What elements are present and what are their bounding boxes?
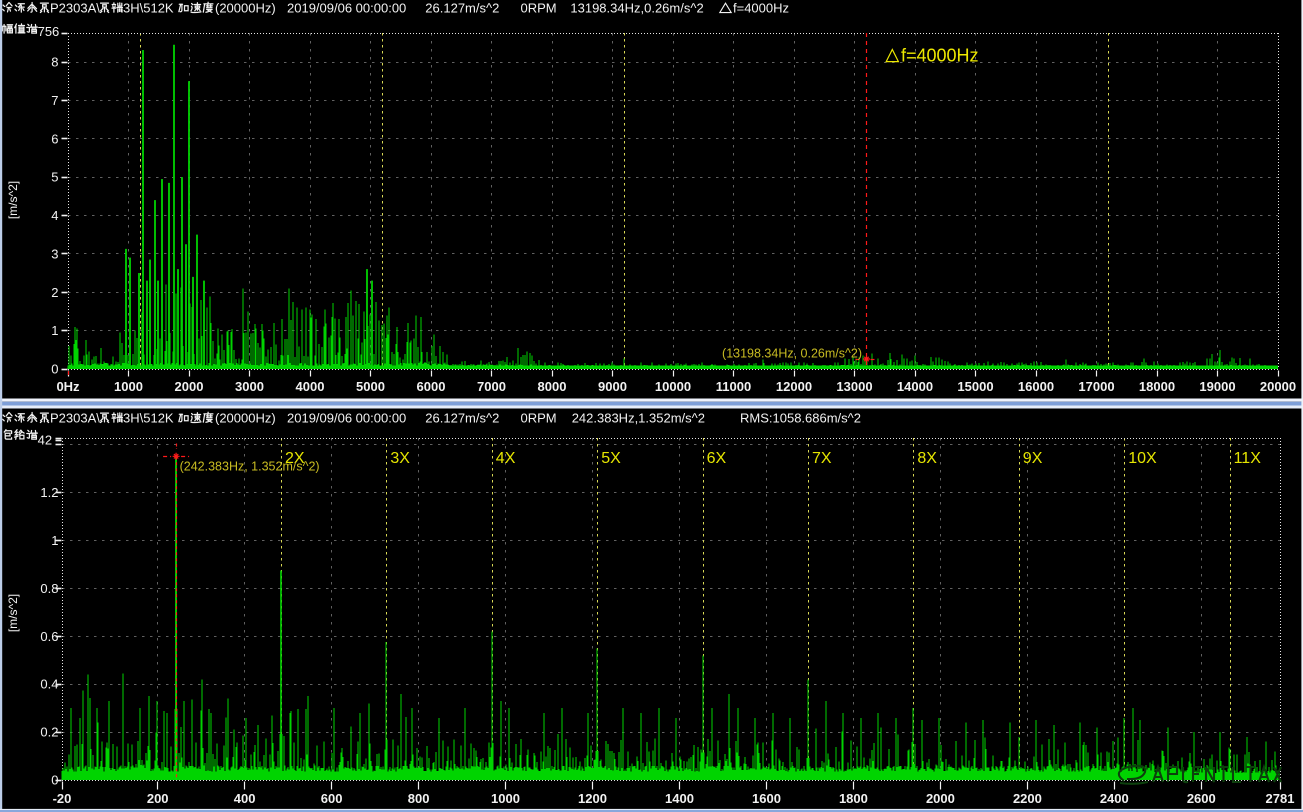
svg-text:18000: 18000 [1139, 379, 1175, 394]
svg-text:42: 42 [38, 433, 52, 448]
svg-text:1000: 1000 [491, 791, 520, 806]
svg-text:200: 200 [147, 791, 169, 806]
svg-text:20000: 20000 [1260, 379, 1296, 394]
svg-text:7X: 7X [812, 450, 832, 467]
svg-text:(20000Hz): (20000Hz) [215, 411, 276, 426]
svg-text:0: 0 [51, 362, 58, 377]
svg-text:1200: 1200 [578, 791, 607, 806]
svg-text:3X: 3X [390, 450, 410, 467]
svg-text:3H\512K: 3H\512K [123, 411, 174, 426]
svg-text:0RPM: 0RPM [521, 0, 557, 15]
svg-text:2000: 2000 [175, 379, 204, 394]
svg-text:[m/s^2]: [m/s^2] [6, 181, 20, 219]
svg-text:8000: 8000 [538, 379, 567, 394]
svg-text:800: 800 [408, 791, 430, 806]
svg-text:3: 3 [51, 246, 58, 261]
svg-text:1000: 1000 [114, 379, 143, 394]
svg-text:1: 1 [51, 323, 58, 338]
svg-text:6X: 6X [707, 450, 727, 467]
svg-text:14000: 14000 [897, 379, 933, 394]
svg-text:RMS:1058.686m/s^2: RMS:1058.686m/s^2 [740, 411, 861, 426]
svg-text:(20000Hz): (20000Hz) [215, 0, 276, 15]
svg-text:(13198.34Hz, 0.26m/s^2): (13198.34Hz, 0.26m/s^2) [722, 347, 862, 361]
svg-text:15000: 15000 [957, 379, 993, 394]
svg-text:17000: 17000 [1078, 379, 1114, 394]
svg-text:2019/09/06 00:00:00: 2019/09/06 00:00:00 [287, 411, 406, 426]
svg-text:5000: 5000 [356, 379, 385, 394]
svg-text:26.127m/s^2: 26.127m/s^2 [425, 411, 499, 426]
svg-text:242.383Hz,1.352m/s^2: 242.383Hz,1.352m/s^2 [572, 411, 705, 426]
svg-text:0.2: 0.2 [40, 725, 58, 740]
svg-text:756: 756 [38, 24, 60, 39]
svg-text:1400: 1400 [665, 791, 694, 806]
svg-text:P2303A\: P2303A\ [50, 0, 100, 15]
svg-text:[m/s^2]: [m/s^2] [6, 594, 20, 632]
svg-text:9X: 9X [1023, 450, 1043, 467]
svg-text:-20: -20 [53, 791, 72, 806]
svg-text:4: 4 [51, 208, 58, 223]
svg-text:7: 7 [51, 93, 58, 108]
svg-text:11X: 11X [1234, 450, 1262, 467]
svg-text:9000: 9000 [598, 379, 627, 394]
svg-text:P2303A\: P2303A\ [50, 411, 100, 426]
svg-text:26.127m/s^2: 26.127m/s^2 [425, 0, 499, 15]
svg-text:0RPM: 0RPM [521, 411, 557, 426]
svg-text:13198.34Hz,0.26m/s^2: 13198.34Hz,0.26m/s^2 [570, 0, 703, 15]
svg-text:0.6: 0.6 [40, 629, 58, 644]
svg-text:1600: 1600 [752, 791, 781, 806]
svg-text:5: 5 [51, 170, 58, 185]
svg-text:1: 1 [51, 533, 58, 548]
svg-text:2019/09/06 00:00:00: 2019/09/06 00:00:00 [287, 0, 406, 15]
svg-text:3000: 3000 [235, 379, 264, 394]
svg-text:600: 600 [321, 791, 343, 806]
svg-text:4X: 4X [496, 450, 516, 467]
svg-text:10X: 10X [1128, 450, 1157, 467]
svg-text:f=4000Hz: f=4000Hz [733, 0, 789, 15]
svg-text:1800: 1800 [839, 791, 868, 806]
svg-text:6000: 6000 [417, 379, 446, 394]
svg-text:2000: 2000 [926, 791, 955, 806]
svg-text:2200: 2200 [1013, 791, 1042, 806]
svg-text:7000: 7000 [477, 379, 506, 394]
svg-text:2600: 2600 [1187, 791, 1216, 806]
svg-text:12000: 12000 [776, 379, 812, 394]
svg-text:2400: 2400 [1100, 791, 1129, 806]
svg-text:10000: 10000 [655, 379, 691, 394]
svg-text:f=4000Hz: f=4000Hz [901, 46, 979, 66]
svg-text:2: 2 [51, 285, 58, 300]
svg-text:5X: 5X [601, 450, 621, 467]
svg-text:13000: 13000 [836, 379, 872, 394]
svg-text:8: 8 [51, 55, 58, 70]
svg-text:6: 6 [51, 131, 58, 146]
svg-text:(242.383Hz, 1.352m/s^2): (242.383Hz, 1.352m/s^2) [180, 460, 320, 474]
svg-text:0.4: 0.4 [40, 677, 58, 692]
svg-text:16000: 16000 [1018, 379, 1054, 394]
svg-text:8X: 8X [917, 450, 937, 467]
svg-text:4000: 4000 [296, 379, 325, 394]
svg-text:2781: 2781 [1266, 791, 1295, 806]
svg-text:400: 400 [234, 791, 256, 806]
svg-text:0.8: 0.8 [40, 581, 58, 596]
svg-text:3H\512K: 3H\512K [123, 0, 174, 15]
svg-text:0: 0 [51, 773, 58, 788]
svg-text:1.2: 1.2 [40, 485, 58, 500]
svg-text:0Hz: 0Hz [56, 379, 80, 394]
svg-text:19000: 19000 [1199, 379, 1235, 394]
svg-text:11000: 11000 [716, 379, 751, 394]
